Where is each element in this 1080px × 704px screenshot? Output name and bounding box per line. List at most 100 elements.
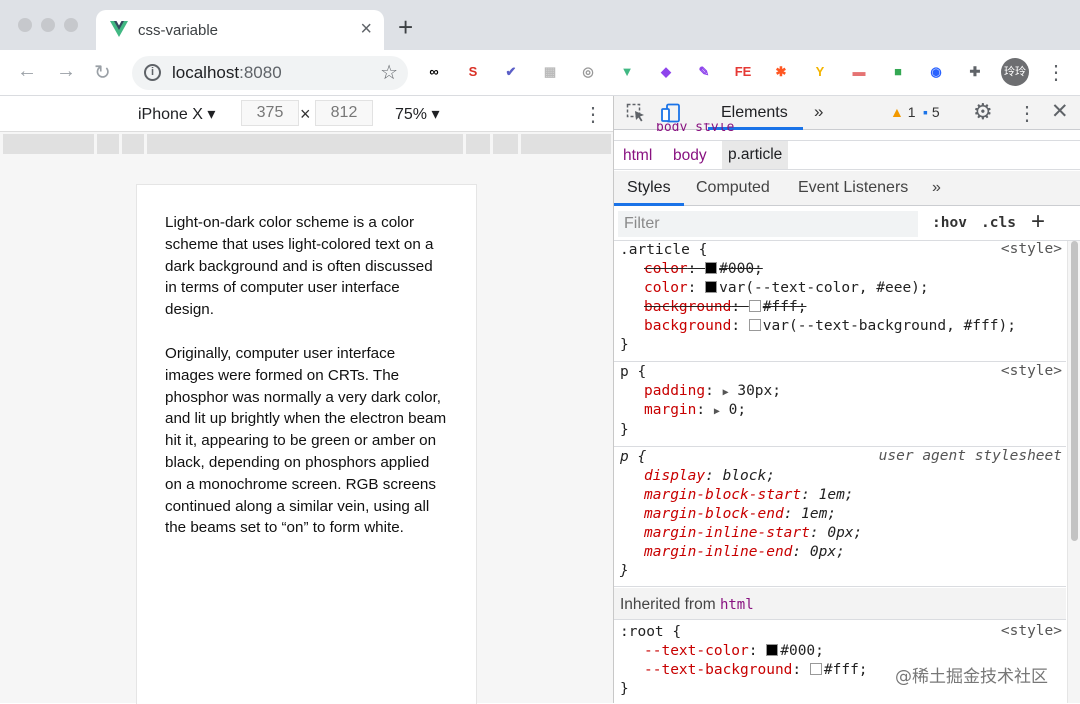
color-swatch-icon[interactable] [766,644,779,656]
property-name: margin-inline-end [644,544,793,560]
maximize-window-icon[interactable] [64,18,78,32]
color-swatch-icon[interactable] [705,281,718,293]
reload-icon[interactable]: ↻ [94,60,111,85]
minimize-window-icon[interactable] [41,18,55,32]
close-window-icon[interactable] [18,18,32,32]
more-panels-icon[interactable]: » [814,102,823,122]
color-swatch-icon[interactable] [748,319,761,331]
property-value: 0px; [827,525,863,541]
eye-ext-icon[interactable]: ◎ [578,62,598,82]
browser-menu-icon[interactable]: ⋮ [1046,60,1066,85]
rocket-ext-icon[interactable]: ◉ [926,62,946,82]
device-width-input[interactable]: 375 [241,100,299,126]
check-ext-icon[interactable]: ✔ [501,62,521,82]
inherited-label: Inherited from [620,596,716,613]
property-value: block; [722,468,775,484]
back-icon[interactable]: ← [17,60,37,83]
s-ext-icon[interactable]: S [463,62,483,82]
rule-close-brace: } [620,337,629,353]
css-declaration[interactable]: color: var(--text-color, #eee); [644,279,929,298]
tab-elements[interactable]: Elements [721,104,788,122]
rule-selector[interactable]: :root { [620,623,681,642]
site-info-icon[interactable]: i [144,64,161,81]
pdf-ext-icon[interactable]: ▬ [849,62,869,82]
expand-triangle-icon[interactable]: ▶ [723,387,729,398]
property-value: #000; [719,261,763,277]
cls-toggle[interactable]: .cls [981,215,1016,231]
tab-computed[interactable]: Computed [696,179,770,197]
inspect-element-icon[interactable] [626,103,646,123]
color-swatch-icon[interactable] [809,663,822,675]
css-declaration[interactable]: color: #000; [644,260,763,279]
new-style-rule-button[interactable]: + [1031,208,1045,236]
css-declaration[interactable]: --text-background: #fff; [644,661,868,680]
media-query-ruler[interactable] [3,134,611,154]
forward-icon[interactable]: → [56,60,76,83]
property-value: 1em; [818,487,854,503]
tab-title: css-variable [138,22,219,39]
fe-ext-icon[interactable]: FE [733,62,753,82]
scrollbar-thumb[interactable] [1071,241,1078,541]
css-rule-p: p { <style> padding: ▶ 30px; margin: ▶ 0… [614,363,1066,447]
property-value: var(--text-color, #eee); [719,280,929,296]
css-declaration[interactable]: --text-color: #000; [644,642,824,661]
tab-event-listeners[interactable]: Event Listeners [798,179,908,197]
rule-source-link[interactable]: <style> [1001,363,1062,379]
css-declaration[interactable]: padding: ▶ 30px; [644,382,781,402]
url-host: localhost [172,63,240,82]
url-text: localhost:8080 [172,63,282,83]
expand-triangle-icon[interactable]: ▶ [714,406,720,417]
profile-avatar[interactable]: 玲玲 [1001,58,1029,86]
breadcrumb-body[interactable]: body [673,147,707,165]
messages-count: 5 [931,104,940,120]
bookmark-star-icon[interactable]: ☆ [380,60,398,85]
css-declaration[interactable]: margin: ▶ 0; [644,401,746,421]
property-name: margin-block-start [644,487,802,503]
new-tab-button[interactable]: + [398,14,413,40]
warnings-counter[interactable]: ▲ 1 [890,104,916,120]
square-ext-icon[interactable]: ■ [888,62,908,82]
device-menu-icon[interactable]: ⋮ [583,102,603,127]
color-swatch-icon[interactable] [748,300,761,312]
puzzle-ext-icon[interactable]: ✚ [965,62,985,82]
tab-styles[interactable]: Styles [627,179,671,197]
styles-filter-input[interactable]: Filter [618,211,918,237]
css-declaration[interactable]: background: #fff; [644,298,806,317]
more-subtabs-icon[interactable]: » [932,179,941,197]
property-name: color [644,280,688,296]
browser-tab[interactable]: css-variable × [96,10,384,50]
link-ext-icon[interactable]: ∞ [424,62,444,82]
devtools-close-icon[interactable]: ✕ [1051,99,1069,124]
rule-source-link[interactable]: <style> [1001,241,1062,257]
vue-ext-icon[interactable]: ▼ [617,62,637,82]
device-toggle-icon[interactable] [661,103,681,123]
property-value: 30px; [737,383,781,399]
tab-close-icon[interactable]: × [360,18,372,41]
css-declaration[interactable]: background: var(--text-background, #fff)… [644,317,1016,336]
rule-source-link[interactable]: <style> [1001,623,1062,639]
vue-favicon-icon [110,21,128,37]
styles-scrollbar[interactable] [1067,241,1080,703]
settings-gear-icon[interactable]: ⚙ [973,99,993,125]
property-value: 1em; [801,506,837,522]
property-name: color [644,261,688,277]
messages-counter[interactable]: ▪ 5 [923,104,940,120]
feather-ext-icon[interactable]: ✎ [694,62,714,82]
zoom-select[interactable]: 75% ▾ [395,104,440,124]
star-ext-icon[interactable]: ✱ [771,62,791,82]
address-bar[interactable]: i localhost:8080 ☆ [132,56,408,90]
dom-tree-partial-line: body style [656,123,735,131]
y-ext-icon[interactable]: Y [810,62,830,82]
hov-toggle[interactable]: :hov [932,215,967,231]
grid-ext-icon[interactable]: ▦ [540,62,560,82]
palette-ext-icon[interactable]: ◆ [656,62,676,82]
breadcrumb-p-article[interactable]: p.article [722,141,789,169]
inherited-element-link[interactable]: html [720,597,754,613]
devtools-menu-icon[interactable]: ⋮ [1017,101,1037,126]
rule-selector[interactable]: p { [620,363,646,382]
rule-selector[interactable]: .article { [620,241,707,260]
device-height-input[interactable]: 812 [315,100,373,126]
color-swatch-icon[interactable] [705,262,718,274]
breadcrumb-html[interactable]: html [623,147,652,165]
device-select[interactable]: iPhone X ▾ [138,104,215,124]
